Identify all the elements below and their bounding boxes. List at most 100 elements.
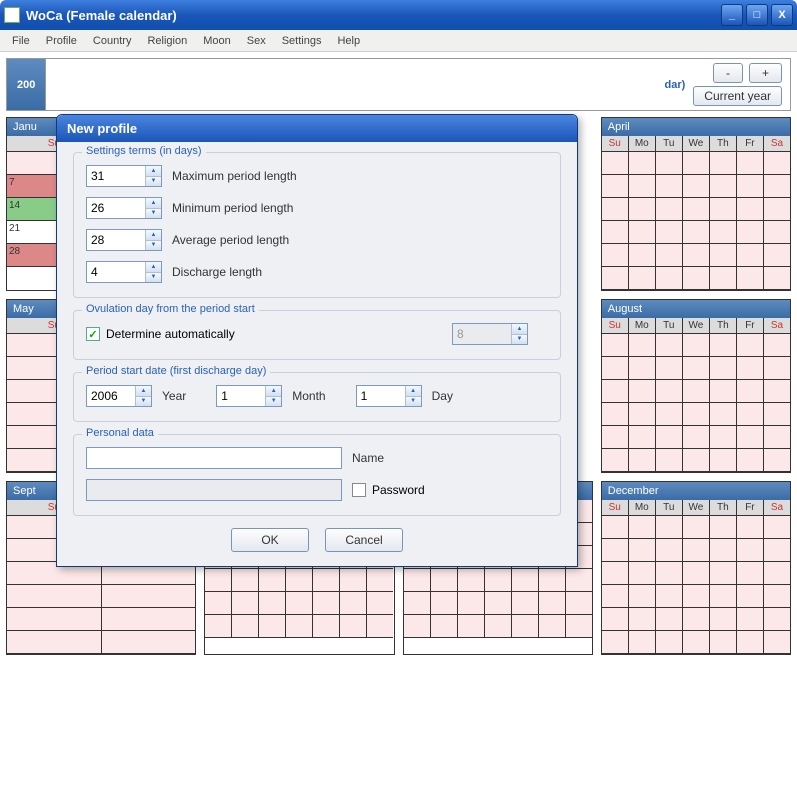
cal-day[interactable]	[710, 631, 737, 654]
cal-day[interactable]	[656, 221, 683, 244]
cal-day[interactable]	[232, 592, 259, 615]
menu-profile[interactable]: Profile	[38, 33, 85, 49]
cal-day[interactable]	[656, 380, 683, 403]
cal-day[interactable]	[602, 267, 629, 290]
cal-day[interactable]	[710, 516, 737, 539]
cal-day[interactable]	[259, 592, 286, 615]
spin-down-icon[interactable]: ▼	[146, 273, 161, 283]
spin-up-icon[interactable]: ▲	[146, 262, 161, 273]
cal-day[interactable]	[710, 585, 737, 608]
cal-day[interactable]	[313, 615, 340, 638]
discharge-input[interactable]	[87, 262, 145, 282]
name-input[interactable]	[86, 447, 342, 469]
cal-day[interactable]	[259, 569, 286, 592]
cal-day[interactable]	[764, 175, 790, 198]
cal-day[interactable]	[431, 569, 458, 592]
cal-day[interactable]	[232, 569, 259, 592]
spin-down-icon[interactable]: ▼	[266, 397, 281, 407]
cal-day[interactable]	[737, 449, 764, 472]
cal-day[interactable]	[485, 569, 512, 592]
cal-day[interactable]	[656, 244, 683, 267]
close-button[interactable]: X	[771, 4, 793, 26]
cal-day[interactable]	[710, 608, 737, 631]
cal-day[interactable]	[656, 426, 683, 449]
cal-day[interactable]	[710, 539, 737, 562]
cal-day[interactable]	[629, 334, 656, 357]
cal-day[interactable]	[656, 357, 683, 380]
cal-day[interactable]	[313, 592, 340, 615]
year-plus-button[interactable]: +	[749, 63, 782, 83]
min-period-spinner[interactable]: ▲▼	[86, 197, 162, 219]
cal-day[interactable]	[737, 198, 764, 221]
cal-day[interactable]	[629, 562, 656, 585]
cal-day[interactable]	[683, 516, 710, 539]
cal-day[interactable]	[764, 380, 790, 403]
spin-up-icon[interactable]: ▲	[146, 166, 161, 177]
min-period-input[interactable]	[87, 198, 145, 218]
month-input[interactable]	[217, 386, 265, 406]
cal-day[interactable]	[710, 152, 737, 175]
cal-day[interactable]	[737, 267, 764, 290]
cal-day[interactable]	[512, 592, 539, 615]
cal-day[interactable]	[737, 585, 764, 608]
cal-day[interactable]	[656, 334, 683, 357]
cal-day[interactable]	[629, 357, 656, 380]
cal-day[interactable]	[710, 334, 737, 357]
cal-day[interactable]	[737, 152, 764, 175]
cal-day[interactable]	[602, 539, 629, 562]
cal-day[interactable]	[629, 516, 656, 539]
spin-down-icon[interactable]: ▼	[406, 397, 421, 407]
cal-day[interactable]	[656, 198, 683, 221]
cal-day[interactable]	[602, 334, 629, 357]
ok-button[interactable]: OK	[231, 528, 309, 552]
cal-day[interactable]	[458, 569, 485, 592]
cal-day[interactable]	[764, 562, 790, 585]
cal-day[interactable]	[602, 403, 629, 426]
cal-day[interactable]	[340, 615, 367, 638]
cal-day[interactable]	[764, 516, 790, 539]
cal-day[interactable]	[764, 198, 790, 221]
cal-day[interactable]	[737, 175, 764, 198]
cal-day[interactable]	[656, 449, 683, 472]
cal-day[interactable]	[656, 562, 683, 585]
auto-checkbox[interactable]: ✓	[86, 327, 100, 341]
cal-day[interactable]	[656, 152, 683, 175]
cal-day[interactable]	[737, 516, 764, 539]
cal-day[interactable]	[764, 403, 790, 426]
cal-day[interactable]	[764, 449, 790, 472]
cal-day[interactable]	[656, 539, 683, 562]
cal-day[interactable]	[764, 608, 790, 631]
cal-day[interactable]	[683, 608, 710, 631]
cal-day[interactable]	[259, 615, 286, 638]
cal-day[interactable]	[683, 562, 710, 585]
cal-day[interactable]	[683, 357, 710, 380]
cal-day[interactable]	[710, 380, 737, 403]
cal-day[interactable]	[629, 403, 656, 426]
cal-day[interactable]	[602, 175, 629, 198]
cal-day[interactable]	[737, 562, 764, 585]
year-minus-button[interactable]: -	[713, 63, 743, 83]
cal-day[interactable]	[602, 631, 629, 654]
cal-day[interactable]	[7, 631, 102, 654]
cal-day[interactable]	[629, 267, 656, 290]
cal-day[interactable]	[205, 592, 232, 615]
cal-day[interactable]	[205, 569, 232, 592]
cal-day[interactable]	[764, 539, 790, 562]
cal-day[interactable]	[710, 426, 737, 449]
avg-period-input[interactable]	[87, 230, 145, 250]
spin-up-icon[interactable]: ▲	[136, 386, 151, 397]
cal-day[interactable]	[629, 244, 656, 267]
discharge-spinner[interactable]: ▲▼	[86, 261, 162, 283]
menu-moon[interactable]: Moon	[195, 33, 239, 49]
cal-day[interactable]	[286, 569, 313, 592]
cal-day[interactable]	[602, 426, 629, 449]
current-year-button[interactable]: Current year	[693, 86, 782, 106]
cal-day[interactable]	[764, 585, 790, 608]
cal-day[interactable]	[629, 426, 656, 449]
cal-day[interactable]	[205, 615, 232, 638]
cal-day[interactable]	[656, 175, 683, 198]
cal-day[interactable]	[629, 380, 656, 403]
cal-day[interactable]	[710, 357, 737, 380]
cal-day[interactable]	[683, 244, 710, 267]
cal-day[interactable]	[629, 198, 656, 221]
